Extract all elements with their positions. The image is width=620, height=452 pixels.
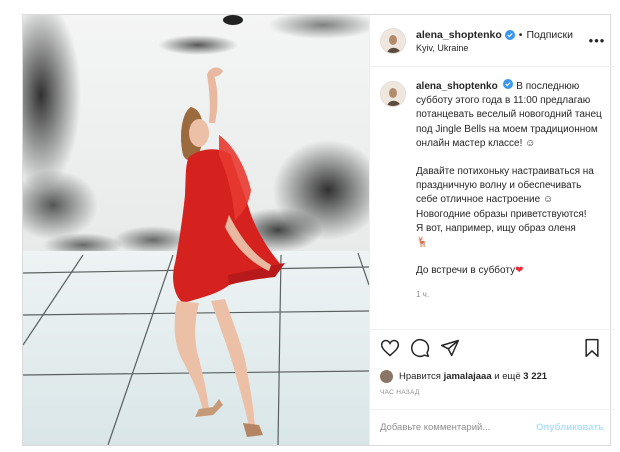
- caption-line: До встречи в субботу: [416, 265, 516, 277]
- caption-username[interactable]: alena_shoptenko: [416, 81, 498, 92]
- liker-username[interactable]: jamalajaaa: [444, 371, 492, 382]
- post-header: alena_shoptenko • Подписки Kyiv, Ukraine…: [370, 15, 614, 67]
- comment-input[interactable]: [380, 422, 537, 433]
- separator-dot: •: [518, 28, 523, 41]
- add-comment-bar: Опубликовать: [370, 409, 614, 445]
- likes-and: и ещё: [494, 370, 521, 382]
- likes-summary: Нравится jamalajaaa и ещё 3 221: [370, 367, 614, 385]
- caption-area: alena_shoptenko В последнюю субботу этог…: [370, 67, 614, 329]
- likes-prefix: Нравится: [399, 370, 441, 382]
- author-info: alena_shoptenko • Подписки Kyiv, Ukraine: [416, 29, 588, 53]
- liker-avatar[interactable]: [380, 369, 393, 383]
- caption-author-avatar[interactable]: [380, 81, 406, 107]
- verified-icon: [504, 29, 515, 40]
- caption-line: Я вот, например, ищу образ оленя: [416, 222, 576, 234]
- author-avatar[interactable]: [380, 27, 406, 54]
- instagram-post: alena_shoptenko • Подписки Kyiv, Ukraine…: [22, 14, 614, 446]
- post-timestamp[interactable]: ЧАС НАЗАД: [370, 385, 614, 409]
- like-icon[interactable]: [380, 338, 402, 360]
- post-location[interactable]: Kyiv, Ukraine: [416, 43, 588, 53]
- caption-line: Давайте потихоньку настраиваться на праз…: [416, 166, 594, 206]
- caption-line: Новогодние образы приветствуются!: [416, 208, 587, 220]
- share-icon[interactable]: [440, 338, 462, 360]
- likes-count[interactable]: 3 221: [523, 371, 547, 382]
- heart-emoji: ❤: [515, 265, 524, 277]
- dancer-photo-illustration: [23, 15, 369, 445]
- comment-icon[interactable]: [410, 338, 432, 360]
- caption-age: 1 ч.: [416, 290, 430, 300]
- action-bar: [370, 329, 614, 367]
- save-icon[interactable]: [582, 338, 604, 360]
- verified-icon: [503, 79, 514, 89]
- publish-button[interactable]: Опубликовать: [536, 422, 604, 433]
- deer-emoji: 🦌: [416, 237, 429, 249]
- following-button[interactable]: Подписки: [526, 29, 573, 41]
- post-photo[interactable]: [23, 15, 369, 445]
- caption-text: alena_shoptenko В последнюю субботу этог…: [416, 79, 604, 329]
- author-username[interactable]: alena_shoptenko: [416, 29, 502, 41]
- post-side-panel: alena_shoptenko • Подписки Kyiv, Ukraine…: [369, 15, 614, 445]
- more-icon[interactable]: •••: [588, 33, 606, 48]
